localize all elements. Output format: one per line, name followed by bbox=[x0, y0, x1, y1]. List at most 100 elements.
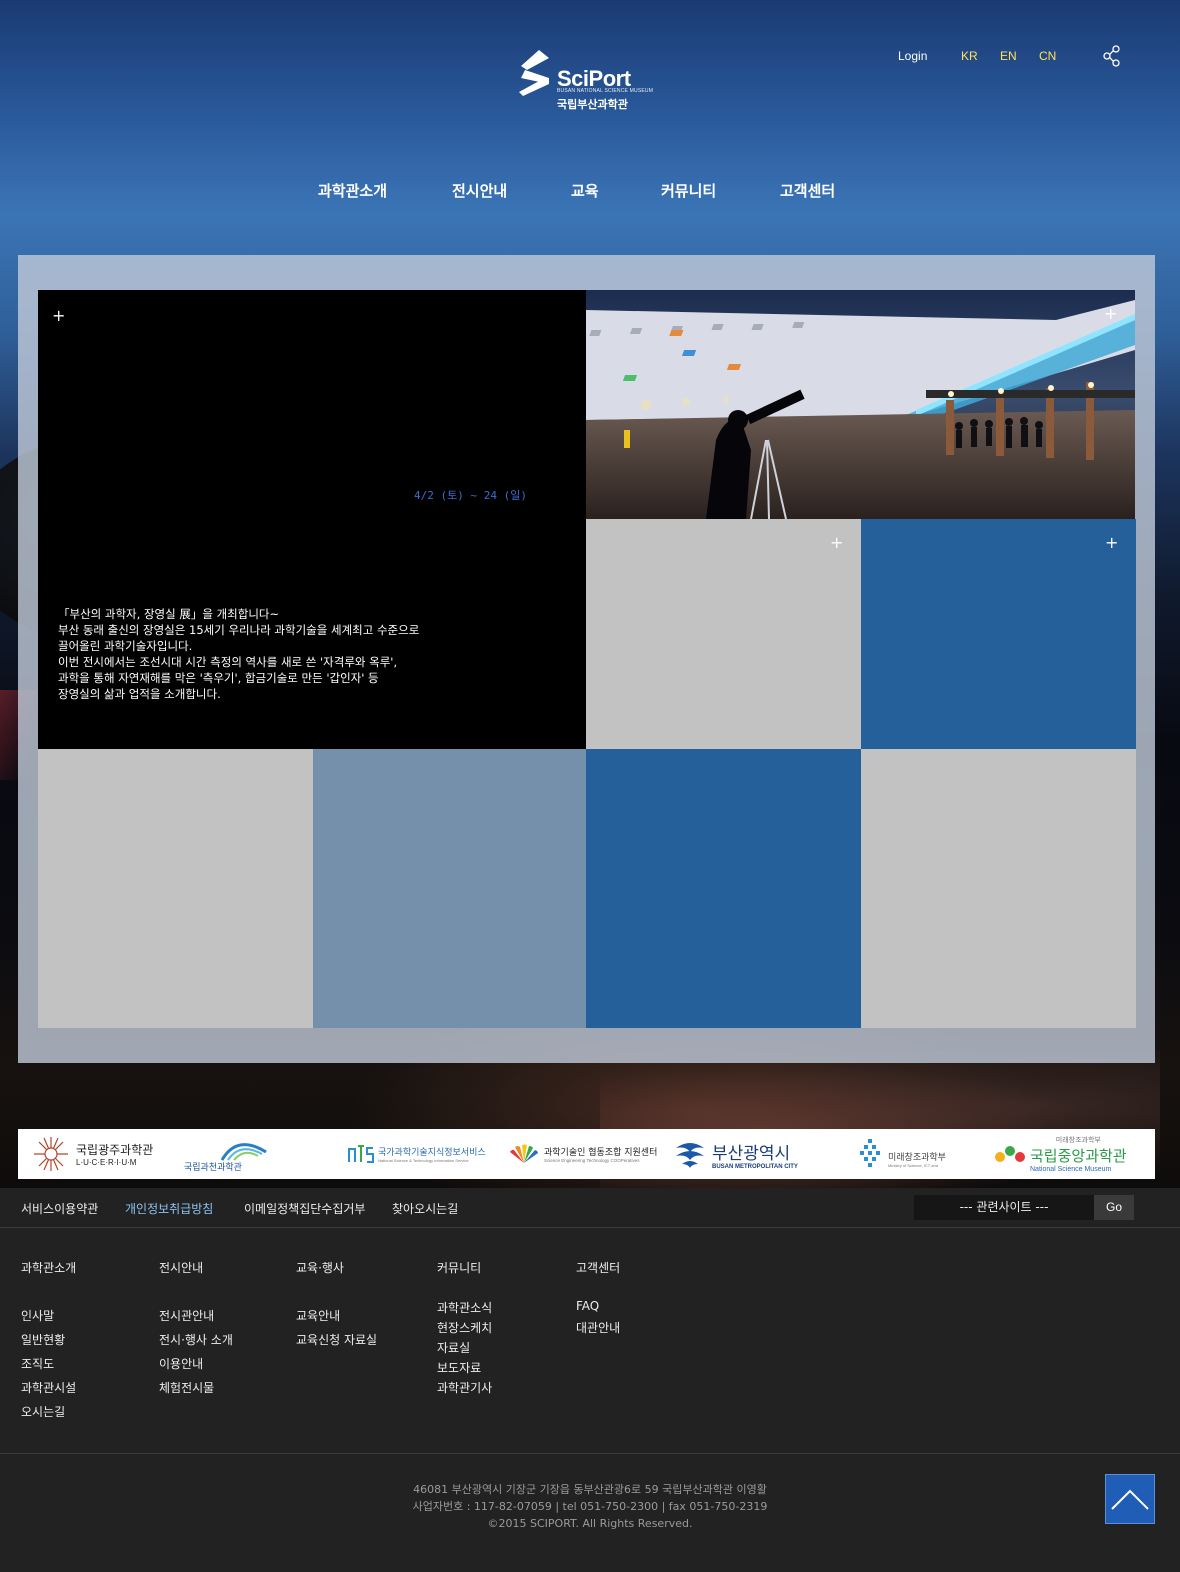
plus-icon[interactable]: + bbox=[1104, 306, 1117, 322]
sitemap-link[interactable]: 과학관소식 bbox=[437, 1299, 492, 1316]
grid-tile[interactable] bbox=[313, 749, 586, 1028]
grid-tile[interactable]: + bbox=[861, 519, 1136, 749]
sitemap-heading[interactable]: 과학관소개 bbox=[21, 1259, 76, 1276]
footer-address: 46081 부산광역시 기장군 기장읍 동부산관광6로 59 국립부산과학관 이… bbox=[413, 1483, 767, 1496]
footer-business-info: 사업자번호 : 117-82-07059 | tel 051-750-2300 … bbox=[412, 1500, 768, 1513]
coop-fan-icon bbox=[510, 1144, 538, 1163]
go-button[interactable]: Go bbox=[1094, 1195, 1134, 1220]
lucerium-sun-icon bbox=[34, 1137, 68, 1171]
sitemap-heading[interactable]: 고객센터 bbox=[576, 1259, 620, 1276]
logo-subtitle: BUSAN NATIONAL SCIENCE MUSEUM bbox=[557, 88, 654, 94]
plus-icon[interactable]: + bbox=[830, 535, 843, 551]
sitemap-heading[interactable]: 전시안내 bbox=[159, 1259, 203, 1276]
sitemap-link[interactable]: 일반현황 bbox=[21, 1331, 65, 1348]
grid-tile[interactable] bbox=[586, 749, 861, 1028]
login-link[interactable]: Login bbox=[898, 49, 927, 63]
lang-kr-link[interactable]: KR bbox=[961, 49, 978, 63]
partner-name: 국가과학기술지식정보서비스 bbox=[378, 1148, 486, 1158]
partner-sub: Ministry of Science, ICT and bbox=[888, 1163, 938, 1168]
partner-name: 국립광주과학관 bbox=[76, 1143, 154, 1157]
feature-desc-line: 과학을 통해 자연재해를 막은 '측우기', 합금기술로 만든 '갑인자' 등 bbox=[58, 671, 379, 685]
sitemap-link[interactable]: 과학관시설 bbox=[21, 1379, 76, 1396]
footer-copyright-text: ©2015 SCIPORT. All Rights Reserved. bbox=[487, 1517, 693, 1530]
feature-tile[interactable]: + 4/2 (토) ~ 24 (일) 「부산의 과학자, 장영실 展」을 개최합… bbox=[38, 290, 586, 749]
footer-links-bar: 서비스이용약관 개인정보취급방침 이메일정책집단수집거부 찾아오시는길 --- … bbox=[0, 1188, 1180, 1228]
partner-name: 부산광역시 bbox=[712, 1143, 791, 1164]
sitemap-link[interactable]: 오시는길 bbox=[21, 1403, 65, 1420]
partner-busan-city[interactable]: 부산광역시 BUSAN METROPOLITAN CITY bbox=[672, 1129, 798, 1179]
sitemap-link[interactable]: FAQ bbox=[576, 1299, 599, 1313]
feature-desc-line: 「부산의 과학자, 장영실 展」을 개최합니다~ bbox=[58, 607, 280, 621]
partner-msip[interactable]: 미래창조과학부 Ministry of Science, ICT and bbox=[858, 1129, 946, 1179]
sitemap-link[interactable]: 조직도 bbox=[21, 1355, 54, 1372]
sitemap-link[interactable]: 이용안내 bbox=[159, 1355, 203, 1372]
partner-top: 미래창조과학부 bbox=[1055, 1136, 1101, 1144]
sitemap-link[interactable]: 과학관기사 bbox=[437, 1379, 492, 1396]
terms-link[interactable]: 서비스이용약관 bbox=[21, 1200, 98, 1217]
email-refusal-link[interactable]: 이메일정책집단수집거부 bbox=[244, 1200, 365, 1217]
main-navigation: 과학관소개 전시안내 교육 커뮤니티 고객센터 bbox=[0, 180, 1180, 204]
site-logo[interactable]: SciPort BUSAN NATIONAL SCIENCE MUSEUM 국립… bbox=[519, 50, 659, 114]
lang-cn-link[interactable]: CN bbox=[1039, 49, 1056, 63]
grid-tile[interactable] bbox=[861, 749, 1136, 1028]
partner-gwacheon[interactable]: 국립과천과학관 bbox=[182, 1129, 272, 1179]
plus-icon[interactable]: + bbox=[1105, 535, 1118, 551]
partner-sub: National Science & Technology Informatio… bbox=[378, 1158, 469, 1163]
directions-link[interactable]: 찾아오시는길 bbox=[392, 1200, 458, 1217]
msip-logo-icon bbox=[860, 1139, 880, 1167]
nav-exhibition[interactable]: 전시안내 bbox=[452, 180, 507, 201]
scroll-top-button[interactable] bbox=[1105, 1474, 1155, 1524]
sitemap-link[interactable]: 교육신청 자료실 bbox=[296, 1331, 377, 1348]
sitemap-link[interactable]: 자료실 bbox=[437, 1339, 470, 1356]
partner-name: 국립중앙과학관 bbox=[1030, 1147, 1127, 1165]
sitemap-link[interactable]: 전시관안내 bbox=[159, 1307, 214, 1324]
nav-about[interactable]: 과학관소개 bbox=[318, 180, 387, 201]
partner-sub: BUSAN METROPOLITAN CITY bbox=[712, 1163, 798, 1170]
science-museum-logo-icon bbox=[995, 1146, 1025, 1162]
partner-ntis[interactable]: 국가과학기술지식정보서비스 National Science & Technol… bbox=[348, 1129, 486, 1179]
nav-education[interactable]: 교육 bbox=[571, 180, 599, 201]
feature-desc-line: 부산 동래 출신의 장영실은 15세기 우리나라 과학기술을 세계최고 수준으로 bbox=[58, 623, 420, 637]
footer-sitemap: 과학관소개 인사말 일반현황 조직도 과학관시설 오시는길 전시안내 전시관안내… bbox=[0, 1229, 1180, 1454]
feature-desc-line: 끌어올린 과학기술자입니다. bbox=[58, 639, 193, 653]
partner-sub: Science Engineering Technology COOPerati… bbox=[544, 1158, 640, 1163]
photo-tile[interactable]: + bbox=[586, 290, 1135, 519]
feature-desc-line: 이번 전시에서는 조선시대 시간 측정의 역사를 새로 쓴 '자격루와 옥루', bbox=[58, 655, 398, 669]
sitemap-link[interactable]: 보도자료 bbox=[437, 1359, 481, 1376]
plus-icon[interactable]: + bbox=[52, 308, 65, 324]
partner-banner: 국립광주과학관 L·U·C·E·R·I·U·M 국립과천과학관 국가과학기술지식… bbox=[18, 1129, 1155, 1179]
sitemap-link[interactable]: 전시·행사 소개 bbox=[159, 1331, 233, 1348]
partner-coop[interactable]: 과학기술인 협동조합 지원센터 Science Engineering Tech… bbox=[508, 1129, 657, 1179]
nav-community[interactable]: 커뮤니티 bbox=[661, 180, 716, 201]
feature-date: 4/2 (토) ~ 24 (일) bbox=[414, 489, 527, 502]
grid-tile[interactable] bbox=[38, 749, 313, 1028]
partner-national-science-museum[interactable]: 미래창조과학부 국립중앙과학관 National Science Museum bbox=[992, 1129, 1127, 1179]
sitemap-link[interactable]: 대관안내 bbox=[576, 1319, 620, 1336]
footer-copyright: 46081 부산광역시 기장군 기장읍 동부산관광6로 59 국립부산과학관 이… bbox=[0, 1481, 1180, 1532]
busan-city-logo-icon bbox=[676, 1143, 704, 1168]
ntis-logo-icon bbox=[348, 1145, 374, 1163]
grid-tile[interactable]: + bbox=[586, 519, 861, 749]
partner-sub: L·U·C·E·R·I·U·M bbox=[76, 1158, 137, 1167]
partner-name: 국립과천과학관 bbox=[184, 1163, 242, 1173]
partner-name: 과학기술인 협동조합 지원센터 bbox=[544, 1148, 658, 1158]
privacy-policy-link[interactable]: 개인정보취급방침 bbox=[125, 1200, 213, 1217]
feature-description: 「부산의 과학자, 장영실 展」을 개최합니다~ 부산 동래 출신의 장영실은 … bbox=[58, 606, 498, 702]
partner-sub: National Science Museum bbox=[1030, 1166, 1112, 1173]
partner-name: 미래창조과학부 bbox=[888, 1153, 946, 1163]
sitemap-link[interactable]: 교육안내 bbox=[296, 1307, 340, 1324]
sitemap-heading[interactable]: 커뮤니티 bbox=[437, 1259, 481, 1276]
nav-customer-center[interactable]: 고객센터 bbox=[780, 180, 835, 201]
partner-gwangju[interactable]: 국립광주과학관 L·U·C·E·R·I·U·M bbox=[32, 1129, 153, 1179]
chevron-up-icon bbox=[1111, 1489, 1149, 1510]
lang-en-link[interactable]: EN bbox=[1000, 49, 1017, 63]
share-icon[interactable] bbox=[1103, 45, 1121, 67]
feature-desc-line: 장영실의 삶과 업적을 소개합니다. bbox=[58, 687, 221, 701]
related-sites-select[interactable]: --- 관련사이트 --- bbox=[914, 1195, 1094, 1220]
logo-korean-name: 국립부산과학관 bbox=[557, 98, 628, 111]
sitemap-link[interactable]: 현장스케치 bbox=[437, 1319, 492, 1336]
museum-night-photo bbox=[586, 290, 1135, 519]
sitemap-heading[interactable]: 교육·행사 bbox=[296, 1259, 344, 1276]
sitemap-link[interactable]: 체험전시물 bbox=[159, 1379, 214, 1396]
sitemap-link[interactable]: 인사말 bbox=[21, 1307, 54, 1324]
